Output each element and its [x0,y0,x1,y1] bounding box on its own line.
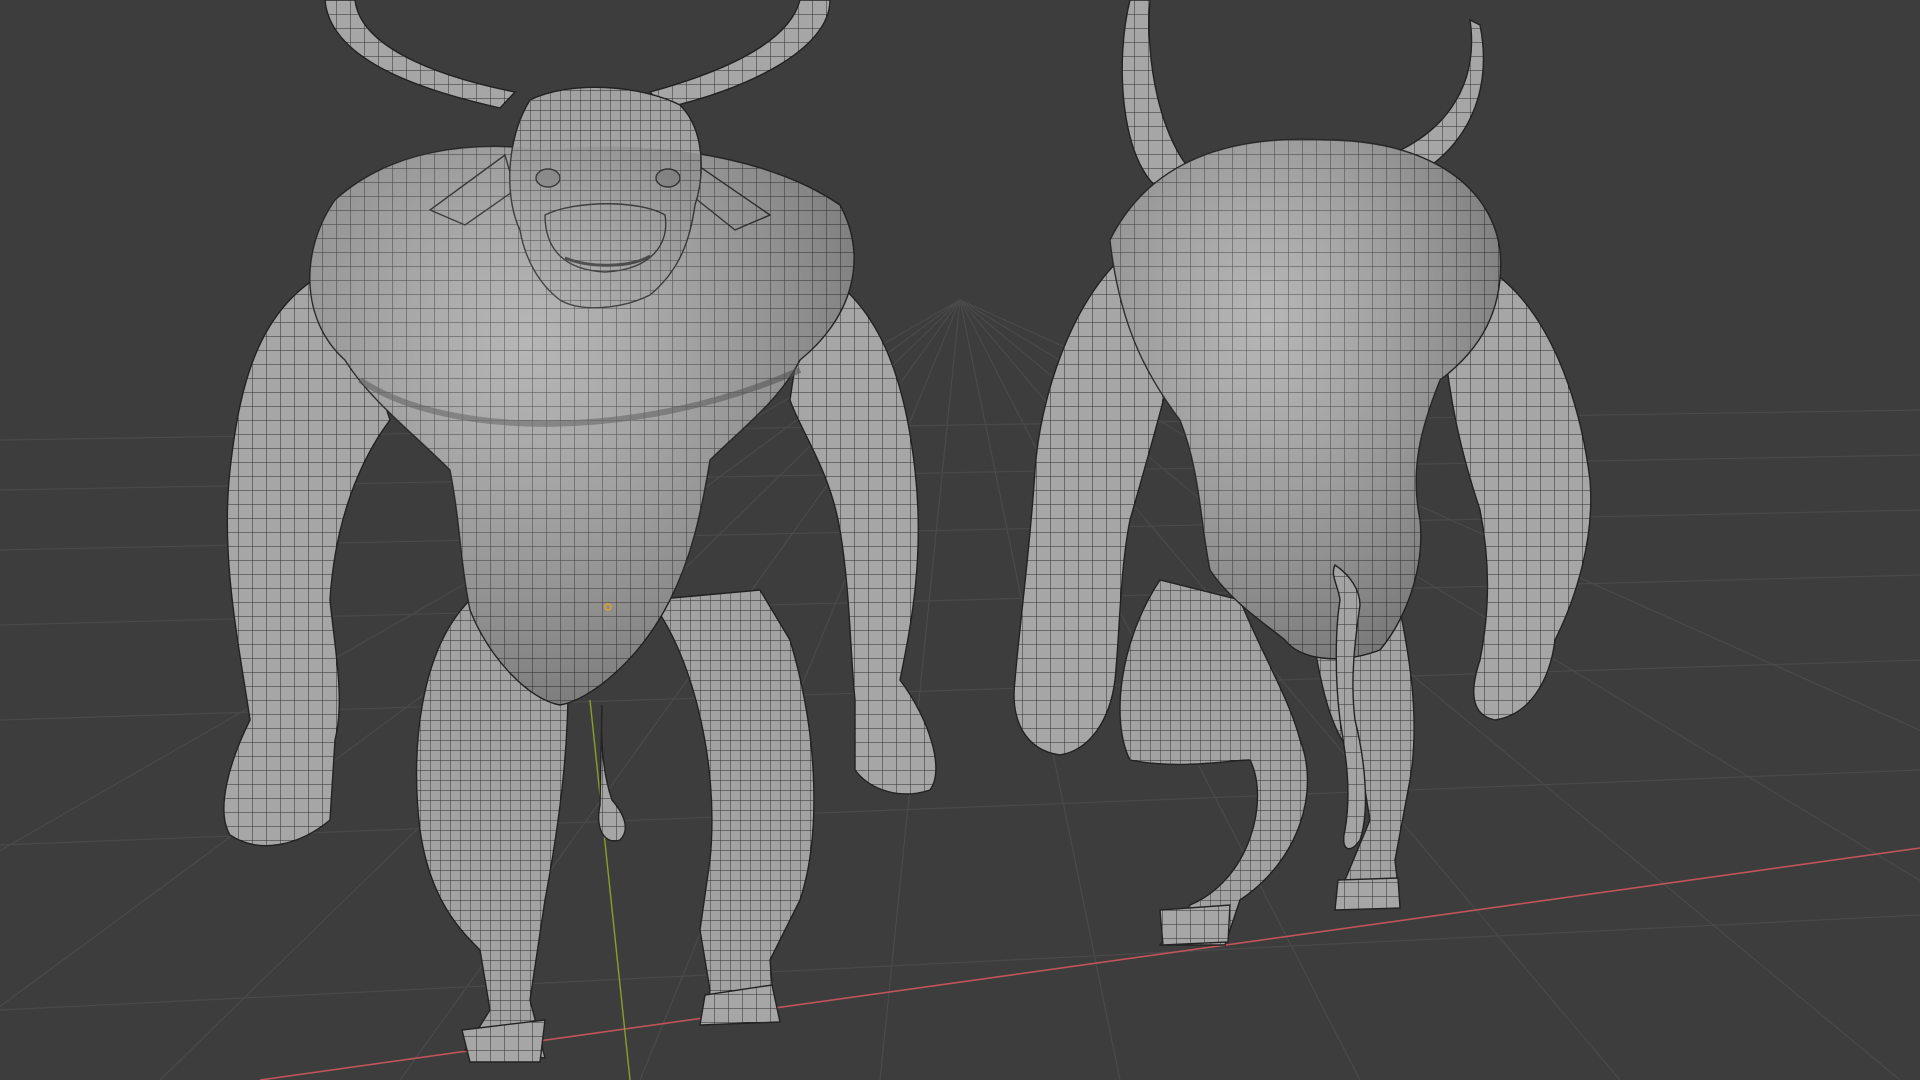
back-right-hoof [1334,877,1401,911]
back-left-horn [1121,0,1197,191]
minotaur-back-mesh[interactable] [1013,0,1592,946]
left-horn [324,0,517,109]
3d-viewport[interactable] [0,0,1920,1080]
front-tail [598,704,626,842]
left-hoof [461,1019,546,1063]
back-left-hoof [1159,904,1231,946]
minotaur-front-mesh[interactable] [223,0,937,1063]
y-axis-line [589,699,631,1080]
right-horn [648,0,831,109]
viewport-canvas[interactable] [0,0,1920,1080]
right-leg [648,589,815,1026]
